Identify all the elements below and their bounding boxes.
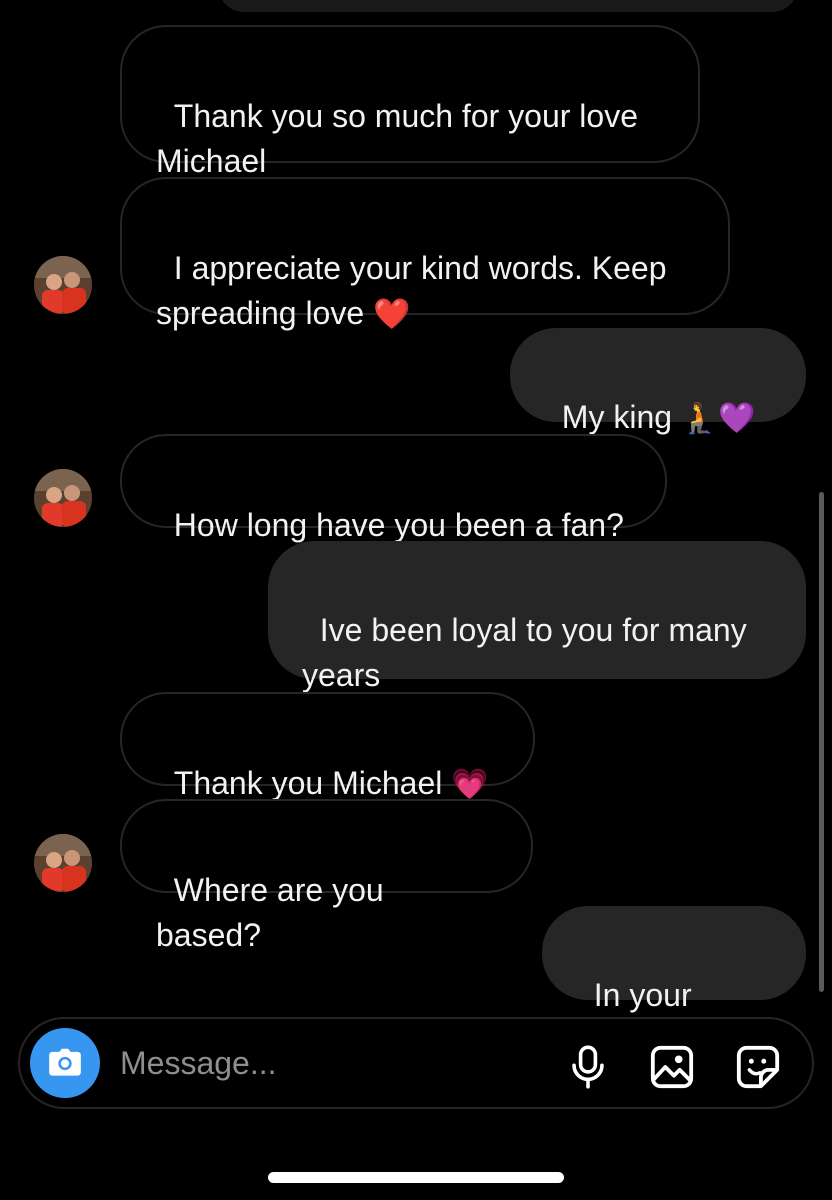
sticker-button[interactable] [732,1041,784,1093]
avatar[interactable] [34,834,92,892]
outgoing-message[interactable]: In your heart [542,906,806,1058]
message-text: I appreciate your kind words. Keep sprea… [156,250,667,331]
message-text: My king [561,399,681,435]
camera-icon [49,1048,81,1076]
avatar[interactable] [34,256,92,314]
heart-emoji: ❤️ [373,297,411,332]
microphone-icon [572,1045,604,1089]
message-input[interactable] [120,1041,540,1085]
incoming-message[interactable]: I appreciate your kind words. Keep sprea… [120,177,730,332]
image-icon [650,1045,694,1089]
incoming-message[interactable]: Thank you so much for your love Michael [120,25,700,179]
incoming-message[interactable]: Where are you based? [120,799,533,953]
message-text: Thank you Michael [173,765,452,801]
message-text: How long have you been a fan? [173,507,624,543]
message-composer [18,1017,814,1109]
message-text: Thank you so much for your love Michael [156,98,638,179]
avatar[interactable] [34,469,92,527]
microphone-button[interactable] [562,1041,614,1093]
scrollbar[interactable] [819,492,824,992]
message-text: Where are you based? [156,872,393,953]
partial-message-bubble [218,0,798,12]
sticker-icon [736,1045,780,1089]
outgoing-message[interactable]: My king 🧎💜 [510,328,806,436]
outgoing-message[interactable]: Ive been loyal to you for many years [268,541,806,693]
gallery-button[interactable] [646,1041,698,1093]
camera-button[interactable] [30,1028,100,1098]
kneeling-purple-heart-emoji: 🧎💜 [680,401,756,436]
message-text: Ive been loyal to you for many years [302,612,747,693]
incoming-message[interactable]: Thank you Michael 💗 [120,692,535,802]
home-indicator[interactable] [268,1172,564,1183]
incoming-message[interactable]: How long have you been a fan? [120,434,667,543]
sparkling-heart-emoji: 💗 [451,767,489,802]
